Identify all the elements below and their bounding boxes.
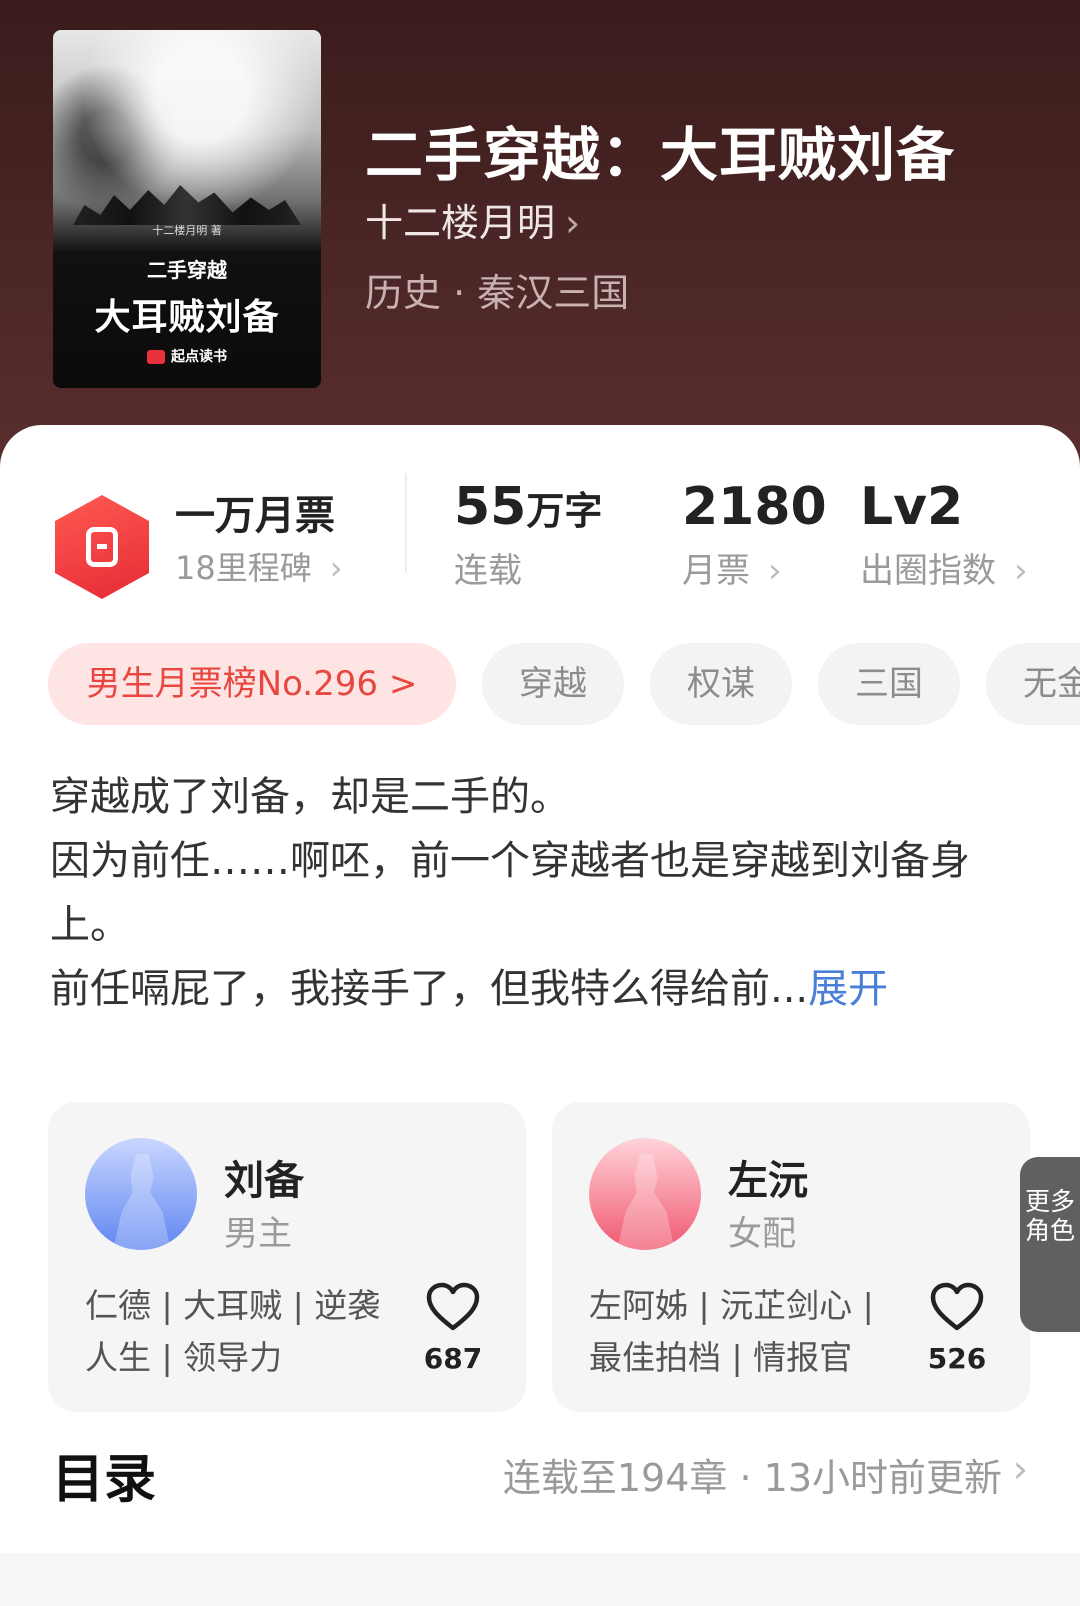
tag-chip[interactable]: 无金 xyxy=(986,643,1080,725)
like-count: 687 xyxy=(423,1342,483,1375)
book-category[interactable]: 历史 · 秦汉三国 xyxy=(365,262,629,317)
more-roles-button[interactable]: 更多角色 xyxy=(1020,1157,1080,1332)
character-avatar xyxy=(589,1138,701,1250)
character-avatar xyxy=(85,1138,197,1250)
like-count: 526 xyxy=(927,1342,987,1375)
chevron-right-icon: › xyxy=(329,549,343,587)
monthly-ticket-title[interactable]: 一万月票 xyxy=(175,483,335,541)
chevron-right-icon[interactable]: › xyxy=(1013,1447,1028,1491)
toc-title[interactable]: 目录 xyxy=(52,1437,156,1512)
character-card-zuoyuan[interactable]: 左沅 女配 左阿姊 | 沅芷剑心 | 最佳拍档 | 情报官 526 xyxy=(552,1102,1030,1412)
chevron-right-icon: › xyxy=(565,201,581,245)
book-header: 十二楼月明 著 二手穿越 大耳贼刘备 起点读书 二手穿越：大耳贼刘备 十二楼月明… xyxy=(0,0,1080,470)
tag-chip[interactable]: 穿越 xyxy=(482,643,624,725)
level-stat[interactable]: Lv2 出圈指数 › xyxy=(860,477,1028,592)
chevron-right-icon: › xyxy=(768,551,782,591)
book-cover[interactable]: 十二楼月明 著 二手穿越 大耳贼刘备 起点读书 xyxy=(53,30,321,388)
character-role: 男主 xyxy=(224,1214,292,1254)
monthly-ticket-badge-icon[interactable] xyxy=(55,495,149,599)
tag-row: 男生月票榜No.296 > 穿越 权谋 三国 无金 xyxy=(0,643,1080,727)
character-tags: 仁德 | 大耳贼 | 逆袭人生 | 领导力 xyxy=(85,1286,381,1377)
character-role: 女配 xyxy=(728,1214,796,1254)
character-name: 刘备 xyxy=(224,1158,304,1204)
author-link[interactable]: 十二楼月明 › xyxy=(365,192,580,247)
word-count-stat: 55万字 连载 xyxy=(454,477,603,591)
cover-publisher: 起点读书 xyxy=(53,346,321,366)
book-title: 二手穿越：大耳贼刘备 xyxy=(365,121,956,189)
tag-chip[interactable]: 三国 xyxy=(818,643,960,725)
toc-update-info[interactable]: 连载至194章 · 13小时前更新 xyxy=(503,1447,1002,1502)
cover-main-title: 大耳贼刘备 xyxy=(94,297,280,338)
character-tags: 左阿姊 | 沅芷剑心 | 最佳拍档 | 情报官 xyxy=(589,1286,874,1377)
stats-bar: 一万月票 18里程碑 › 55万字 连载 2180 月票 › Lv2 出圈指数 › xyxy=(0,425,1080,615)
heart-icon[interactable] xyxy=(426,1282,480,1332)
chevron-right-icon: › xyxy=(1014,551,1028,591)
character-cards: 刘备 男主 仁德 | 大耳贼 | 逆袭人生 | 领导力 687 左沅 女配 左阿… xyxy=(0,1102,1080,1414)
rank-tag[interactable]: 男生月票榜No.296 > xyxy=(48,643,456,725)
expand-link[interactable]: 展开 xyxy=(808,966,888,1012)
stats-divider xyxy=(405,473,407,573)
book-detail-sheet: 一万月票 18里程碑 › 55万字 连载 2180 月票 › Lv2 出圈指数 › 男… xyxy=(0,425,1080,1606)
cover-subtitle: 二手穿越 xyxy=(147,258,227,282)
tag-chip[interactable]: 权谋 xyxy=(650,643,792,725)
tickets-stat[interactable]: 2180 月票 › xyxy=(682,477,827,592)
milestones-link[interactable]: 18里程碑 › xyxy=(175,543,343,589)
heart-icon[interactable] xyxy=(930,1282,984,1332)
character-name: 左沅 xyxy=(728,1158,808,1204)
cover-author-line: 十二楼月明 著 xyxy=(152,224,222,237)
character-card-liubei[interactable]: 刘备 男主 仁德 | 大耳贼 | 逆袭人生 | 领导力 687 xyxy=(48,1102,526,1412)
publisher-logo-icon xyxy=(147,350,165,364)
book-synopsis[interactable]: 穿越成了刘备，却是二手的。 因为前任……啊呸，前一个穿越者也是穿越到刘备身上。 … xyxy=(50,765,1040,1021)
section-separator xyxy=(0,1553,1080,1606)
